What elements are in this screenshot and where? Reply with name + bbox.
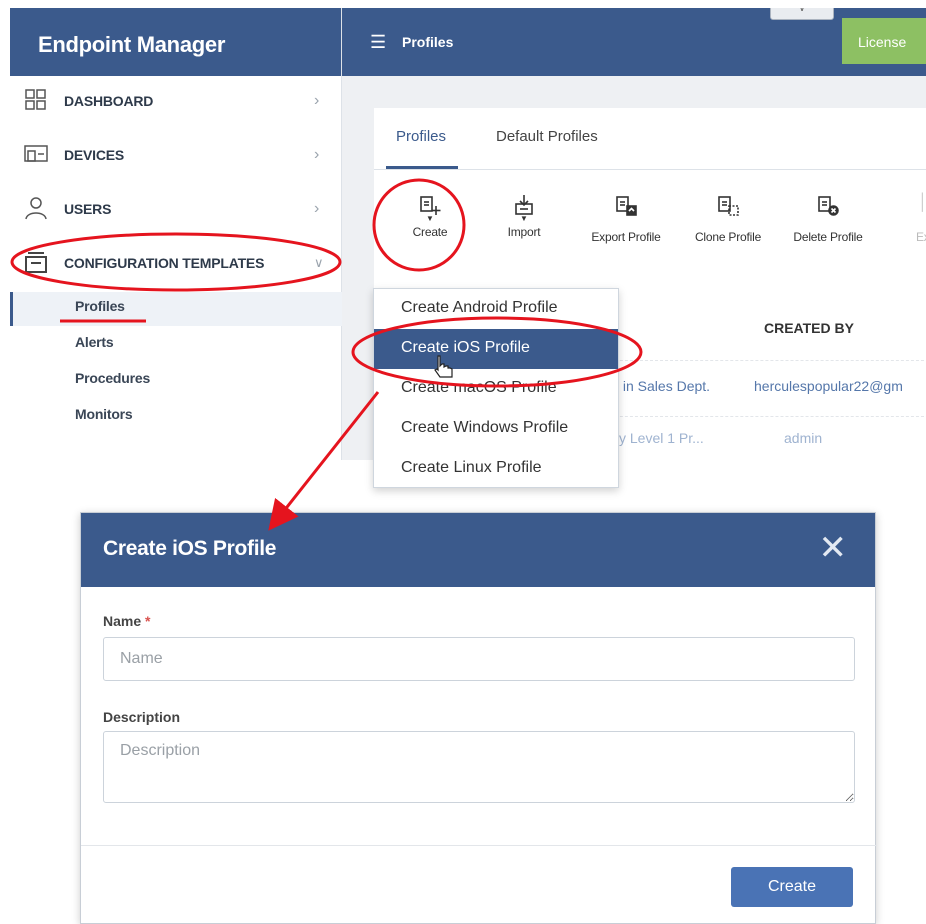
export-icon: │ xyxy=(918,194,926,211)
export-profile-button[interactable]: Export Profile xyxy=(578,194,674,244)
clone-profile-icon xyxy=(680,194,776,216)
create-profile-icon xyxy=(382,194,478,216)
chevron-right-icon: › xyxy=(314,146,320,163)
description-textarea[interactable] xyxy=(103,731,855,803)
devices-icon xyxy=(24,142,50,168)
dialog-title: Create iOS Profile xyxy=(103,537,277,560)
export-button-partial[interactable]: │ Ex xyxy=(874,194,926,244)
dialog-header: Create iOS Profile ✕ xyxy=(81,513,875,587)
sidebar-item-devices[interactable]: DEVICES › xyxy=(10,130,342,180)
import-button[interactable]: ▼ Import xyxy=(476,194,572,239)
create-submit-button[interactable]: Create xyxy=(731,867,853,907)
table-cell-name[interactable]: s in Sales Dept. xyxy=(612,378,710,394)
tabs-divider xyxy=(374,169,926,170)
chevron-down-icon[interactable]: ∨ xyxy=(770,8,834,20)
required-marker: * xyxy=(145,613,151,629)
sidebar-item-users[interactable]: USERS › xyxy=(10,184,342,234)
caret-down-icon: ▼ xyxy=(426,214,434,223)
top-bar: ☰ Profiles ∨ License xyxy=(342,8,926,76)
dashboard-icon xyxy=(24,88,50,114)
brand-title: Endpoint Manager xyxy=(10,8,341,76)
create-label: Create xyxy=(412,225,448,239)
menu-item-create-windows-profile[interactable]: Create Windows Profile xyxy=(374,409,618,449)
delete-profile-icon xyxy=(780,194,876,216)
sidebar-item-configuration-templates[interactable]: CONFIGURATION TEMPLATES ∨ xyxy=(10,238,342,288)
page-title: Profiles xyxy=(402,34,454,50)
tab-default-profiles[interactable]: Default Profiles xyxy=(496,128,598,145)
sidebar-item-dashboard[interactable]: DASHBOARD › xyxy=(10,76,342,126)
create-ios-profile-dialog: Create iOS Profile ✕ Name * Description … xyxy=(80,512,877,924)
create-button[interactable]: ▼ Create xyxy=(382,194,478,239)
dialog-footer-divider xyxy=(81,845,877,846)
delete-profile-label: Delete Profile xyxy=(793,230,863,244)
export-partial-label: Ex xyxy=(916,230,926,244)
sidebar-item-label: CONFIGURATION TEMPLATES xyxy=(64,255,265,271)
tab-profiles[interactable]: Profiles xyxy=(396,128,446,145)
sidebar-subitem-profiles[interactable]: Profiles xyxy=(10,292,342,326)
description-label: Description xyxy=(103,709,181,725)
templates-icon xyxy=(24,250,50,276)
license-button[interactable]: License xyxy=(842,18,926,64)
delete-profile-button[interactable]: Delete Profile xyxy=(780,194,876,244)
chevron-right-icon: › xyxy=(314,200,320,217)
export-profile-icon xyxy=(578,194,674,216)
menu-item-create-ios-profile[interactable]: Create iOS Profile xyxy=(374,329,618,369)
name-label-text: Name xyxy=(103,613,142,629)
create-profile-dropdown: Create Android Profile Create iOS Profil… xyxy=(373,288,619,488)
chevron-right-icon: › xyxy=(314,92,320,109)
clone-profile-label: Clone Profile xyxy=(694,230,762,244)
sidebar-subitem-alerts[interactable]: Alerts xyxy=(10,328,342,362)
clone-profile-button[interactable]: Clone Profile xyxy=(680,194,776,244)
close-icon[interactable]: ✕ xyxy=(819,531,848,565)
name-label: Name * xyxy=(103,613,150,629)
export-profile-label: Export Profile xyxy=(591,230,661,244)
sidebar: Endpoint Manager DASHBOARD › DEVICES › U… xyxy=(10,8,342,460)
sidebar-item-label: DEVICES xyxy=(64,147,125,163)
import-label: Import xyxy=(507,225,541,239)
import-icon xyxy=(476,194,572,216)
name-input[interactable] xyxy=(103,637,855,681)
table-cell-name[interactable]: ity Level 1 Pr... xyxy=(612,430,704,446)
table-cell-created-by: admin xyxy=(784,430,823,446)
chevron-down-icon: ∨ xyxy=(314,255,324,270)
menu-item-create-macos-profile[interactable]: Create macOS Profile xyxy=(374,369,618,409)
table-cell-created-by: herculespopular22@gm xyxy=(754,378,903,394)
sidebar-subitem-procedures[interactable]: Procedures xyxy=(10,364,342,398)
hamburger-menu-icon[interactable]: ☰ xyxy=(370,32,386,53)
menu-item-create-android-profile[interactable]: Create Android Profile xyxy=(374,289,618,329)
menu-item-create-linux-profile[interactable]: Create Linux Profile xyxy=(374,449,618,489)
sidebar-item-label: DASHBOARD xyxy=(64,93,154,109)
user-icon xyxy=(24,196,50,222)
caret-down-icon: ▼ xyxy=(520,214,528,223)
column-header-created-by[interactable]: CREATED BY xyxy=(764,320,854,336)
sidebar-item-label: USERS xyxy=(64,201,112,217)
sidebar-subitem-monitors[interactable]: Monitors xyxy=(10,400,342,434)
